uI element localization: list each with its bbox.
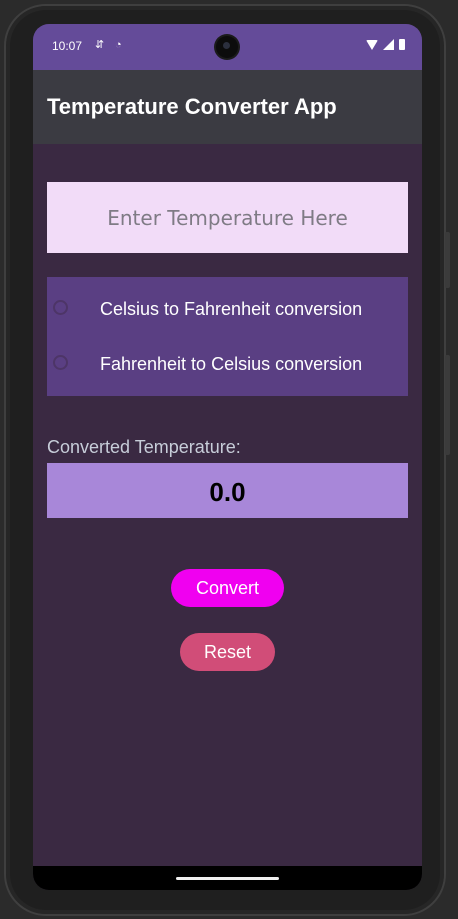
convert-button[interactable]: Convert [171, 569, 284, 607]
status-bar: 10:07 ⇵ ◔ [33, 24, 422, 70]
converted-temperature-value: 0.0 [209, 477, 246, 507]
reset-button[interactable]: Reset [180, 633, 275, 671]
radio-button-icon[interactable] [53, 355, 68, 370]
app-title: Temperature Converter App [47, 94, 337, 119]
circle-face-icon: ◔ [115, 39, 122, 51]
converted-temperature-box: 0.0 [47, 463, 408, 518]
wifi-icon [366, 39, 378, 50]
radio-option-fahrenheit-to-celsius[interactable]: Fahrenheit to Celsius conversion [47, 340, 408, 388]
radio-label: Celsius to Fahrenheit conversion [100, 299, 363, 319]
volume-button [445, 355, 450, 455]
app-bar: Temperature Converter App [33, 70, 422, 144]
power-button [445, 232, 450, 288]
front-camera [216, 36, 238, 58]
phone-screen: 10:07 ⇵ ◔ Temperature Converter App Cels… [33, 24, 422, 890]
navigation-bar [33, 866, 422, 890]
radio-label: Fahrenheit to Celsius conversion [100, 354, 363, 374]
signal-icon [383, 39, 394, 50]
status-icons-right [366, 39, 405, 50]
radio-button-icon[interactable] [53, 300, 68, 315]
home-indicator[interactable] [176, 877, 279, 880]
status-time: 10:07 [52, 39, 83, 53]
battery-icon [399, 39, 405, 50]
converted-temperature-label: Converted Temperature: [47, 437, 241, 457]
radio-option-celsius-to-fahrenheit[interactable]: Celsius to Fahrenheit conversion [47, 285, 408, 333]
conversion-radio-group: Celsius to Fahrenheit conversion Fahrenh… [47, 277, 408, 396]
data-saver-icon: ⇵ [95, 39, 105, 51]
temperature-input[interactable] [47, 182, 408, 253]
